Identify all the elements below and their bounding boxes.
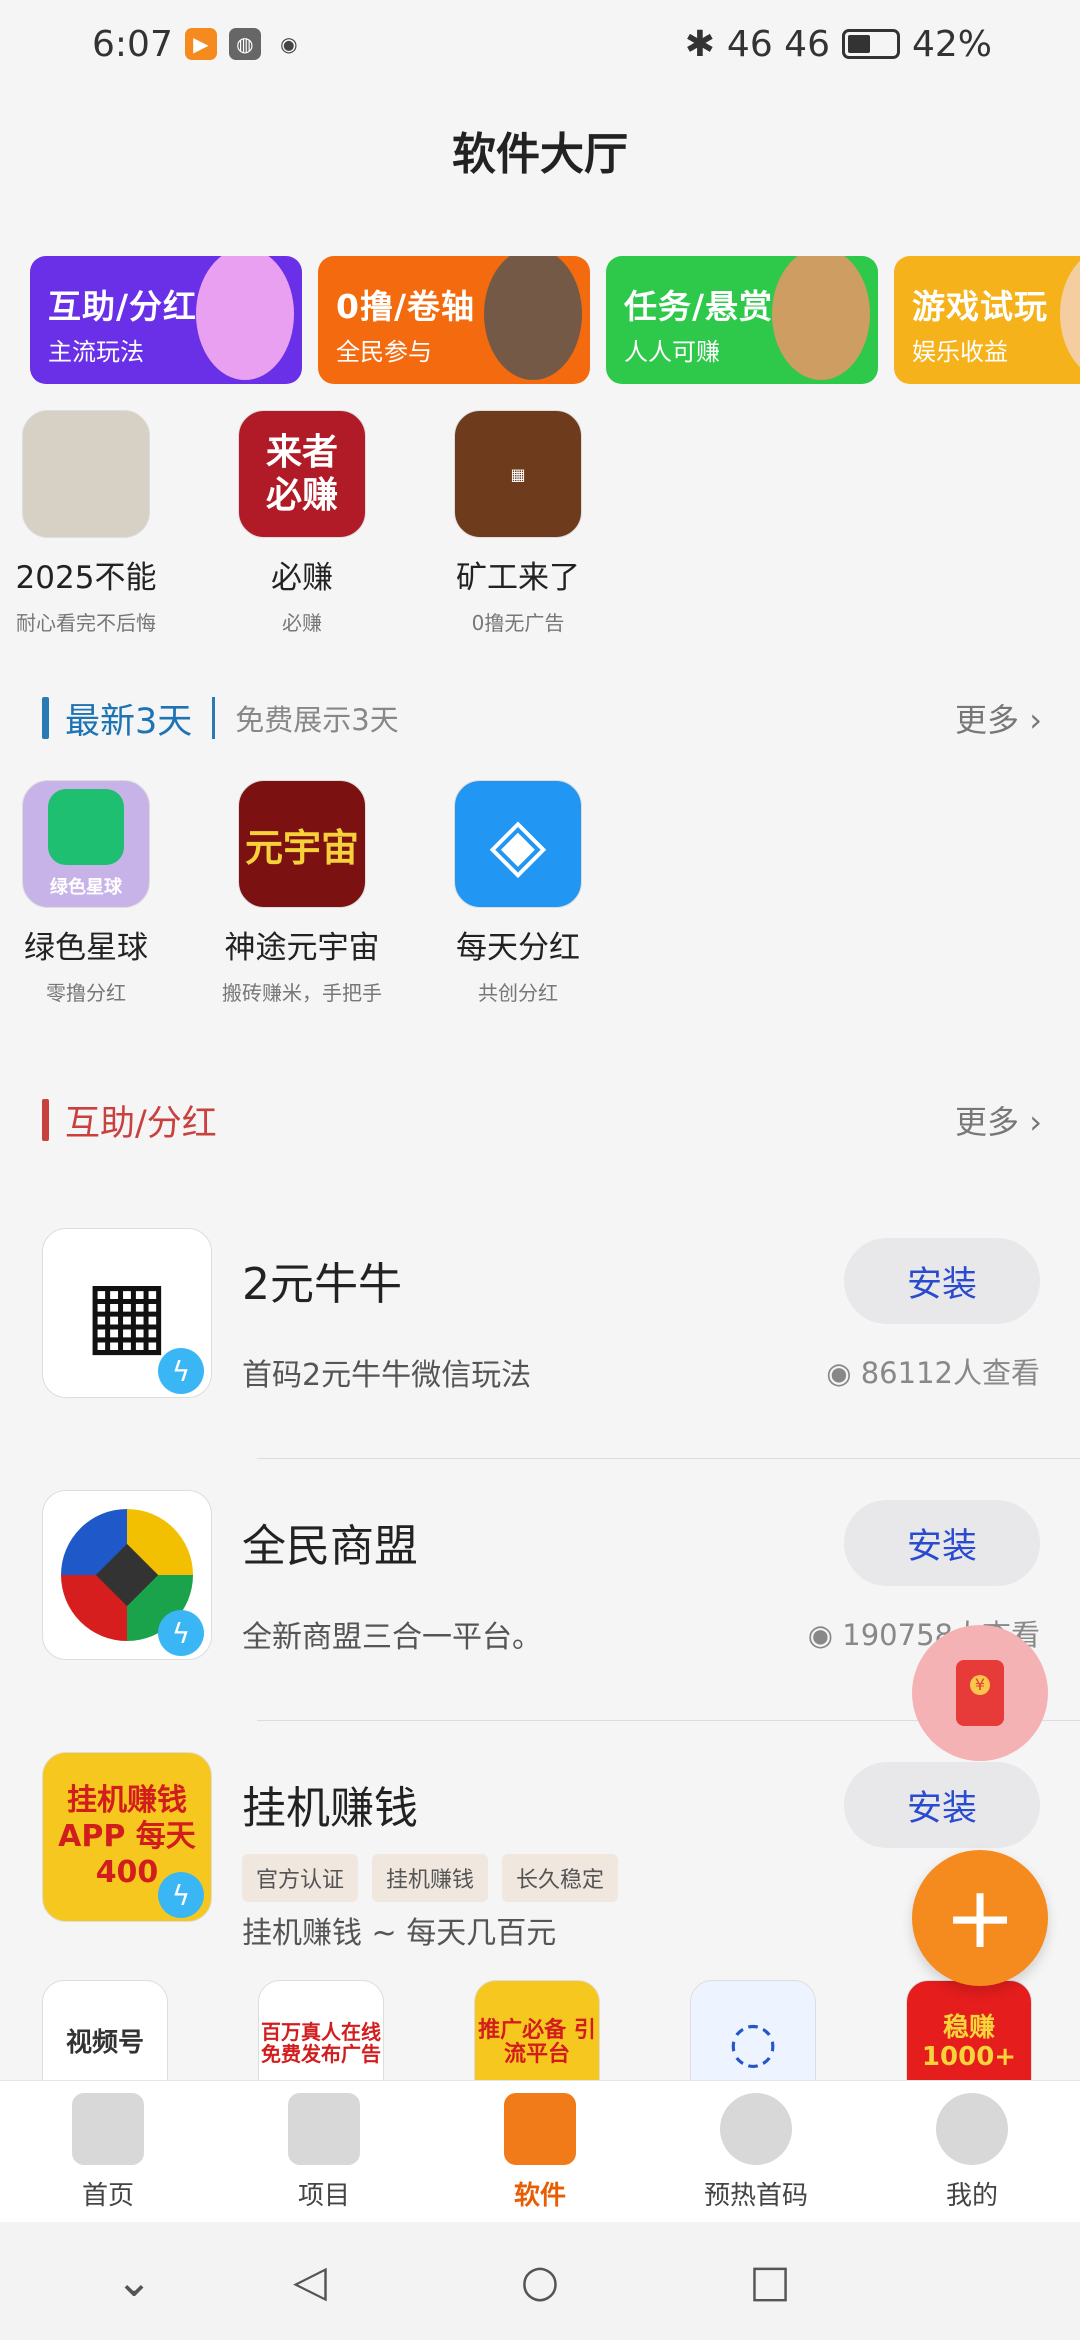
more-apps-row: 视频号 百万真人在线 免费发布广告 推广必备 引流平台 ◌ 稳赚 1000+ [42,1980,1080,2080]
globe-icon: ◍ [228,28,261,60]
red-envelope-button[interactable] [912,1625,1048,1761]
featured-item[interactable]: ▦ 矿工来了 0撸无广告 [410,410,626,636]
tab-software[interactable]: 软件 [432,2093,648,2212]
game-character-icon [1060,256,1080,380]
cartoon-man-icon [772,256,870,380]
featured-item[interactable]: 2025不能 耐心看完不后悔 [0,410,194,636]
lightning-icon: ϟ [158,1610,204,1656]
eye-icon: ◉ [826,1356,852,1390]
tab-preheat[interactable]: 预热首码 [648,2093,864,2212]
category-banners: 互助/分红 主流玩法 0撸/卷轴 全民参与 任务/悬赏 人人可赚 游戏试玩 娱乐… [30,256,1080,386]
video-account-icon[interactable]: 视频号 [42,1980,168,2080]
app-list-item[interactable]: ϟ 全民商盟 安装 全新商盟三合一平台。 ◉ 190758人查看 [42,1490,1080,1740]
latest-item[interactable]: ◈ 每天分红 共创分红 [410,780,626,1006]
back-icon[interactable]: ◁ [280,2252,340,2312]
view-count: ◉ 86112人查看 [826,1356,1040,1390]
tag: 挂机赚钱 [372,1854,489,1902]
green-planet-icon: 绿色星球 [22,780,150,908]
project-star-icon [288,2093,360,2165]
battery-icon [841,29,900,59]
page-title: 软件大厅 [452,129,628,180]
knight-bird-icon [484,256,582,380]
signal-icon: 46 46 [726,23,830,65]
steady-earn-icon[interactable]: 稳赚 1000+ [906,1980,1032,2080]
tag: 长久稳定 [502,1854,619,1902]
add-button[interactable]: + [912,1850,1048,1986]
profile-icon [936,2093,1008,2165]
bizhuan-icon: 来者 必赚 [238,410,366,538]
ad-platform-icon[interactable]: 百万真人在线 免费发布广告 [258,1980,384,2080]
swoosh-logo-icon[interactable]: ◌ [690,1980,816,2080]
shentu-icon: 元宇宙 [238,780,366,908]
app-list-item[interactable]: 挂机赚钱 APP 每天400 ϟ 挂机赚钱 安装 官方认证 挂机赚钱 长久稳定 … [42,1752,1040,2002]
latest-section-header: 最新3天 免费展示3天 更多 › [42,688,1042,748]
install-button[interactable]: 安装 [844,1500,1040,1586]
eye-icon: ◉ [280,32,298,56]
system-navigation-bar: ⌄ ◁ ○ □ [0,2222,1080,2340]
cat-avatar-icon [22,410,150,538]
bottom-tab-bar: 首页 项目 软件 预热首码 我的 [0,2080,1080,2222]
eye-icon: ◉ [807,1618,834,1652]
lightning-icon: ϟ [158,1348,204,1394]
banner-task[interactable]: 任务/悬赏 人人可赚 [606,256,878,384]
install-button[interactable]: 安装 [844,1238,1040,1324]
status-bar: 6:07 ▶ ◍ ◉ ✱ 46 46 42% [0,0,1080,88]
tab-project[interactable]: 项目 [216,2093,432,2212]
featured-item[interactable]: 来者 必赚 必赚 必赚 [194,410,410,636]
home-icon [72,2093,144,2165]
mutual-more-link[interactable]: 更多 › [955,1097,1042,1143]
latest-item[interactable]: 绿色星球 绿色星球 零撸分红 [0,780,194,1006]
tag: 官方认证 [242,1854,359,1902]
jellyfish-icon [196,256,294,380]
app-list-item[interactable]: ▦ ϟ 2元牛牛 安装 首码2元牛牛微信玩法 ◉ 86112人查看 [42,1228,1080,1478]
status-time: 6:07 [92,23,173,65]
software-drawer-icon [504,2093,576,2165]
miner-icon: ▦ [454,410,582,538]
collapse-icon[interactable]: ⌄ [104,2252,164,2312]
home-circle-icon[interactable]: ○ [510,2252,570,2312]
lightning-icon: ϟ [158,1872,204,1918]
promotion-icon[interactable]: 推广必备 引流平台 [474,1980,600,2080]
banner-zero[interactable]: 0撸/卷轴 全民参与 [318,256,590,384]
stopwatch-icon [720,2093,792,2165]
notification-icon: ▶ [184,28,217,60]
tab-profile[interactable]: 我的 [864,2093,1080,2212]
latest-item[interactable]: 元宇宙 神途元宇宙 搬砖赚米，手把手 [194,780,410,1006]
tag-list: 官方认证 挂机赚钱 长久稳定 [242,1854,619,1902]
install-button[interactable]: 安装 [844,1762,1040,1848]
recent-apps-icon[interactable]: □ [740,2252,800,2312]
bluetooth-icon: ✱ [684,23,715,65]
software-hall-screen: 6:07 ▶ ◍ ◉ ✱ 46 46 42% 软件大厅 互助/分红 主流玩法 0… [0,0,1080,2340]
tab-home[interactable]: 首页 [0,2093,216,2212]
red-envelope-icon [956,1660,1004,1726]
battery-percent: 42% [911,23,992,65]
latest-more-link[interactable]: 更多 › [955,695,1042,741]
mutual-section-header: 互助/分红 更多 › [42,1090,1042,1150]
banner-game[interactable]: 游戏试玩 娱乐收益 [894,256,1080,384]
daily-bonus-icon: ◈ [454,780,582,908]
banner-mutual[interactable]: 互助/分红 主流玩法 [30,256,302,384]
